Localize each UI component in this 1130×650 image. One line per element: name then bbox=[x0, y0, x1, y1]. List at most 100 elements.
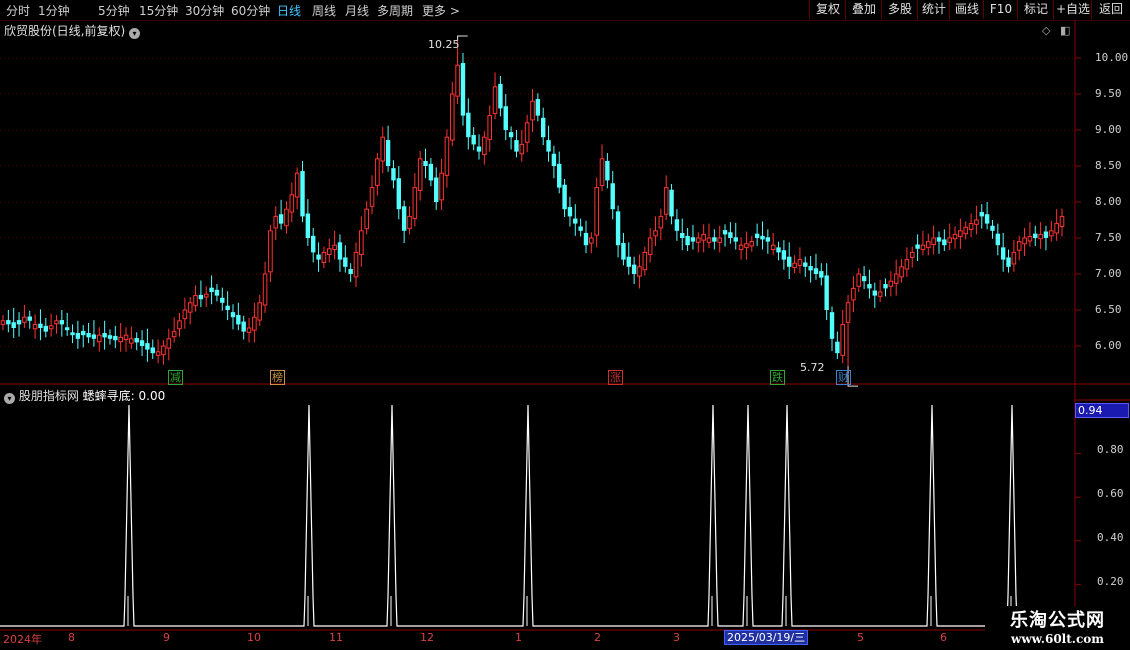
candle-body-up bbox=[262, 273, 268, 306]
candle-body-down bbox=[348, 268, 353, 274]
price-tick: 7.50 bbox=[1095, 231, 1122, 244]
candle-body-up bbox=[696, 237, 701, 243]
candle-body-down bbox=[883, 284, 888, 289]
candle-body-down bbox=[669, 189, 674, 217]
candle-body-up bbox=[925, 241, 931, 248]
price-tick: 9.00 bbox=[1095, 123, 1122, 136]
candle-body-up bbox=[589, 237, 594, 244]
candle-body-down bbox=[861, 276, 867, 282]
event-marker-fall[interactable]: 跌 bbox=[770, 370, 785, 385]
candle-body-down bbox=[81, 330, 86, 336]
candle-body-down bbox=[27, 316, 32, 321]
candle-body-down bbox=[915, 244, 920, 249]
candle-body-down bbox=[236, 315, 241, 325]
candle-body-up bbox=[893, 273, 899, 284]
candle-body-down bbox=[765, 237, 771, 242]
candle-body-up bbox=[166, 338, 172, 349]
candle-body-up bbox=[407, 215, 412, 230]
high-price-label: 10.25 bbox=[428, 38, 460, 51]
candle-body-down bbox=[214, 289, 220, 296]
candle-body-down bbox=[733, 237, 738, 242]
candle-body-down bbox=[6, 320, 11, 325]
event-marker-finance[interactable]: 财 bbox=[836, 370, 851, 385]
candle-body-down bbox=[546, 140, 551, 152]
event-marker-list[interactable]: 榜 bbox=[270, 370, 285, 385]
candle-body-down bbox=[423, 160, 428, 166]
candle-body-down bbox=[990, 225, 995, 231]
candle-body-up bbox=[856, 273, 862, 287]
price-tick: 6.50 bbox=[1095, 303, 1122, 316]
candle-body-up bbox=[326, 248, 332, 256]
candle-body-up bbox=[931, 237, 936, 245]
indicator-line bbox=[0, 404, 1075, 627]
candle-body-down bbox=[145, 343, 150, 350]
date-label: 1 bbox=[515, 631, 522, 644]
candle-body-up bbox=[658, 215, 664, 229]
date-label: 5 bbox=[857, 631, 864, 644]
watermark-title: 乐淘公式网 bbox=[1010, 610, 1105, 631]
candle-body-down bbox=[754, 233, 760, 238]
candle-body-up bbox=[792, 262, 797, 269]
candle-body-up bbox=[96, 334, 102, 343]
indicator-tick: 0.40 bbox=[1097, 531, 1124, 544]
candle-body-up bbox=[0, 320, 6, 325]
candle-body-down bbox=[824, 275, 829, 310]
candle-body-down bbox=[16, 320, 22, 325]
date-axis bbox=[0, 631, 1075, 645]
indicator-tick: 0.20 bbox=[1097, 575, 1124, 588]
candle-body-down bbox=[107, 335, 113, 339]
candle-body-down bbox=[631, 264, 637, 274]
candle-body-up bbox=[380, 136, 386, 162]
candle-body-down bbox=[209, 287, 214, 292]
candle-body-up bbox=[257, 302, 263, 321]
date-label: 12 bbox=[420, 631, 434, 644]
candle-body-up bbox=[22, 316, 27, 323]
candle-body-up bbox=[958, 230, 963, 238]
candle-body-up bbox=[797, 259, 803, 266]
candle-body-down bbox=[535, 99, 541, 116]
candle-body-down bbox=[578, 226, 583, 231]
candle-body-down bbox=[610, 183, 615, 210]
candle-body-up bbox=[770, 244, 776, 251]
candle-body-up bbox=[203, 293, 209, 298]
candle-body-down bbox=[503, 106, 508, 130]
candle-body-up bbox=[974, 219, 979, 225]
candle-body-down bbox=[1000, 247, 1006, 260]
candle-body-up bbox=[123, 334, 129, 341]
candle-body-up bbox=[155, 351, 161, 356]
candle-body-down bbox=[498, 83, 503, 109]
candle-body-down bbox=[562, 184, 567, 210]
candlestick-chart[interactable] bbox=[0, 0, 1130, 650]
candle-body-up bbox=[332, 244, 337, 251]
candle-body-up bbox=[909, 251, 915, 258]
candle-body-down bbox=[808, 266, 813, 271]
candle-body-down bbox=[391, 168, 396, 181]
candle-body-up bbox=[1049, 230, 1054, 237]
date-label: 8 bbox=[68, 631, 75, 644]
candle-body-up bbox=[482, 136, 487, 155]
candle-body-up bbox=[968, 223, 974, 230]
candle-body-down bbox=[942, 239, 947, 246]
candle-body-up bbox=[888, 280, 894, 287]
candle-body-up bbox=[749, 241, 755, 247]
candle-body-down bbox=[781, 250, 787, 260]
price-tick: 6.00 bbox=[1095, 339, 1122, 352]
price-tick: 8.50 bbox=[1095, 159, 1122, 172]
event-marker-reduce[interactable]: 减 bbox=[168, 370, 183, 385]
event-marker-rise[interactable]: 涨 bbox=[608, 370, 623, 385]
candle-body-down bbox=[401, 206, 407, 231]
price-tick: 10.00 bbox=[1095, 51, 1129, 64]
candle-body-down bbox=[760, 235, 765, 240]
date-label: 2 bbox=[594, 631, 601, 644]
indicator-tick: 0.80 bbox=[1097, 443, 1124, 456]
candle-body-down bbox=[573, 218, 578, 224]
candle-body-up bbox=[845, 302, 851, 323]
candle-body-up bbox=[487, 115, 493, 140]
site-watermark: 乐淘公式网 www.60lt.com bbox=[985, 606, 1130, 650]
candle-body-down bbox=[680, 232, 685, 238]
low-price-label: 5.72 bbox=[800, 361, 825, 374]
candle-body-up bbox=[161, 345, 166, 356]
candle-body-down bbox=[471, 135, 476, 145]
candle-body-down bbox=[1043, 231, 1049, 238]
candle-body-up bbox=[182, 309, 188, 320]
